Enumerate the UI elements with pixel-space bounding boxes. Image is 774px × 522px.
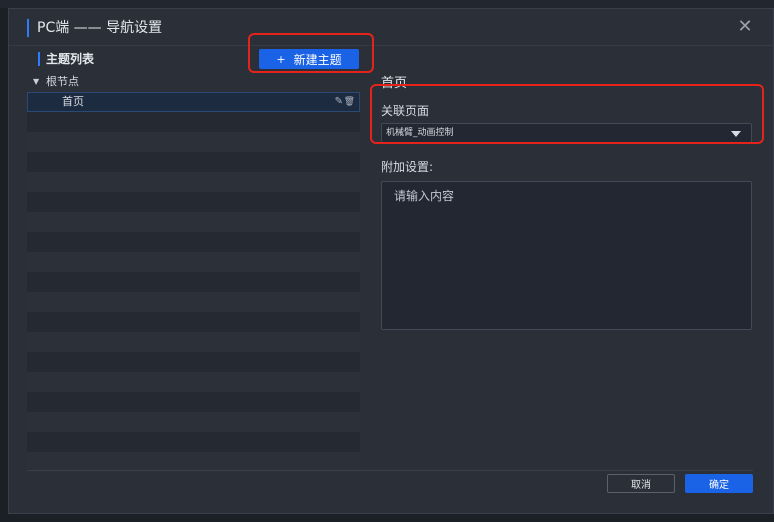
tree-empty-row: [27, 252, 360, 272]
tree-empty-row: [27, 332, 360, 352]
extra-settings-label: 附加设置:: [381, 160, 434, 174]
chevron-down-icon: [731, 131, 741, 137]
new-topic-button[interactable]: + 新建主题: [259, 49, 359, 69]
close-icon[interactable]: ✕: [735, 17, 755, 37]
assoc-page-value: 机械臂_动画控制: [386, 128, 454, 138]
divider: [27, 470, 753, 471]
cancel-button[interactable]: 取消: [607, 474, 675, 493]
tree-empty-row: [27, 112, 360, 132]
topic-list-title: 主题列表: [38, 52, 94, 66]
new-topic-label: 新建主题: [293, 52, 342, 67]
dialog-title: PC端 —— 导航设置: [27, 19, 162, 37]
backdrop: [0, 0, 774, 8]
nav-settings-dialog: PC端 —— 导航设置 ✕ 主题列表 + 新建主题 ▼ 根节点 首页 ✎ 🗑 首…: [8, 8, 774, 514]
tree-empty-row: [27, 232, 360, 252]
tree-root-label: 根节点: [46, 75, 79, 88]
assoc-page-label: 关联页面: [381, 104, 430, 118]
detail-panel: 首页 关联页面 机械臂_动画控制 附加设置:: [381, 46, 753, 470]
plus-icon: +: [276, 52, 286, 66]
caret-down-icon[interactable]: ▼: [33, 72, 39, 92]
tree-empty-row: [27, 432, 360, 452]
tree-empty-row: [27, 392, 360, 412]
tree-empty-row: [27, 192, 360, 212]
tree-root-node[interactable]: ▼ 根节点: [27, 72, 360, 92]
tree-empty-row: [27, 452, 360, 472]
tree-item-label: 首页: [62, 95, 84, 108]
topic-header: 主题列表 + 新建主题: [27, 46, 360, 72]
tree-empty-row: [27, 312, 360, 332]
tree-item-home[interactable]: 首页 ✎ 🗑: [27, 92, 360, 112]
tree-empty-row: [27, 152, 360, 172]
topic-panel: 主题列表 + 新建主题 ▼ 根节点 首页 ✎ 🗑: [27, 46, 360, 472]
tree-empty-row: [27, 372, 360, 392]
tree-empty-row: [27, 272, 360, 292]
edit-icon[interactable]: ✎: [335, 92, 343, 112]
assoc-page-select[interactable]: 机械臂_动画控制: [381, 123, 752, 143]
topic-tree: ▼ 根节点 首页 ✎ 🗑: [27, 72, 360, 472]
tree-empty-area: [27, 112, 360, 472]
selected-topic-name: 首页: [381, 76, 408, 91]
tree-empty-row: [27, 132, 360, 152]
confirm-button[interactable]: 确定: [685, 474, 753, 493]
tree-empty-row: [27, 352, 360, 372]
tree-empty-row: [27, 412, 360, 432]
delete-icon[interactable]: 🗑: [344, 92, 355, 112]
extra-settings-input[interactable]: [381, 181, 752, 330]
tree-empty-row: [27, 212, 360, 232]
tree-empty-row: [27, 292, 360, 312]
tree-empty-row: [27, 172, 360, 192]
